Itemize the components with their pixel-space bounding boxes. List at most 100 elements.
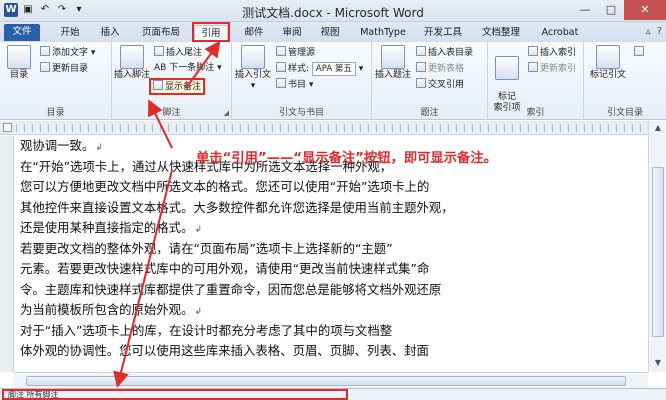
group-label-footnotes: 脚注 [162,108,181,118]
tab-acrobat[interactable]: Acrobat [536,25,584,41]
help-icon[interactable]: ? [657,26,662,37]
document-body[interactable]: 观协调一致。↲ 在“开始”选项卡上，通过从快速样式库中为所选文本选择一种外观， … [20,136,620,362]
group-label-captions: 题注 [420,108,439,118]
vertical-scroll-thumb[interactable] [652,167,664,337]
insert-toa-button[interactable] [634,46,646,59]
insert-table-of-figures-button[interactable]: 插入表目录 [416,46,473,59]
style-icon [276,62,286,72]
text-line: 对于“插入”选项卡上的库，在设计时都充分考虑了其中的项与文档整 [20,322,393,338]
tab-review[interactable]: 审阅 [278,25,306,41]
vertical-scrollbar[interactable]: ▲ ▼ [648,121,666,372]
manage-sources-button[interactable]: 管理源 [276,46,315,59]
cross-reference-icon [416,78,426,88]
horizontal-scroll-thumb[interactable] [26,376,626,386]
tab-doc-organize[interactable]: 文档整理 [476,25,526,41]
tab-page-layout[interactable]: 页面布局 [136,25,186,41]
text-line: 您可以方便地更改文档中所选文本的格式。您还可以使用“开始”选项卡上的 [20,179,430,194]
toc-icon [7,45,31,69]
group-label-toa: 引文目录 [606,108,643,118]
text-line: 元素。若要更改快速样式库中的可用外观，请使用“更改当前快速样式集”命 [20,261,430,276]
notes-pane-highlight [2,389,348,400]
mark-citation-icon [596,45,620,69]
group-label-toc: 目录 [46,108,65,118]
tab-mailings[interactable]: 邮件 [240,25,268,41]
horizontal-scrollbar[interactable] [14,372,648,388]
bibliography-button[interactable]: 书目 ▾ [276,78,313,91]
scroll-up-icon[interactable]: ▲ [652,123,664,135]
group-toc: 目录 添加文字 ▾ 更新目录 目录 [0,42,112,120]
paragraph-mark-icon: ↲ [194,307,203,317]
insert-footnote-button[interactable]: 插入脚注 [114,45,150,81]
table-of-figures-icon [416,46,426,56]
tab-mathtype[interactable]: MathType [356,25,410,41]
insert-index-button[interactable]: 插入索引 [528,46,576,59]
update-index-icon [528,62,538,72]
mark-entry-button[interactable]: 标记 索引项 [490,45,524,114]
minimize-button[interactable]: — [572,0,598,20]
paragraph-mark-icon: ↲ [95,143,103,153]
instruction-annotation: 单击“引用”——“显示备注”按钮，即可显示备注。 [196,151,497,166]
show-notes-icon [153,80,163,90]
text-line: 为当前模板所包含的原始外观。↲ [20,302,203,317]
text-line: 若要更改文档的整体外观，请在“页面布局”选项卡上选择新的“主题” [20,240,393,256]
citation-style-value[interactable]: APA 第五 [311,62,356,76]
group-toa: 标记引文 引文目录 [584,42,666,120]
vertical-ruler [0,136,14,372]
mark-citation-button[interactable]: 标记引文 [586,45,630,81]
insert-caption-button[interactable]: 插入题注 [374,45,412,81]
ribbon-tab-bar: 文件 开始 插入 页面布局 引用 邮件 审阅 视图 MathType 开发工具 … [0,22,666,42]
insert-citation-button[interactable]: 插入引文 ▾ [234,45,272,92]
tab-view[interactable]: 视图 [316,25,344,41]
group-label-citations: 引文与书目 [278,108,324,118]
close-button[interactable]: ✕ [624,0,666,20]
group-footnotes: 插入脚注 插入尾注 AB 下一条脚注 ▾ 显示备注 脚注 ◢ [112,42,232,120]
citation-style-select[interactable]: 样式: APA 第五 ▾ [276,62,363,76]
endnote-icon [154,46,164,56]
ruler-ticks [16,124,646,132]
citation-icon [241,45,265,69]
scroll-down-icon[interactable]: ▼ [652,358,664,370]
insert-endnote-button[interactable]: 插入尾注 [154,46,202,59]
ribbon-options: ▵ ? [646,26,662,37]
next-footnote-button[interactable]: AB 下一条脚注 ▾ [154,62,222,74]
maximize-button[interactable]: □ [598,0,624,20]
update-toc-icon [40,62,50,72]
tab-selector-icon[interactable] [3,123,12,132]
toc-button[interactable]: 目录 [4,45,34,81]
group-citations: 插入引文 ▾ 管理源 样式: APA 第五 ▾ 书目 ▾ 引文与书目 [232,42,372,120]
add-text-button[interactable]: 添加文字 ▾ [40,46,95,59]
title-bar: W ▣ ↶ ↷ ▾ 测试文档.docx - Microsoft Word — □… [0,0,666,22]
insert-index-icon [528,46,538,56]
group-index: 标记 索引项 插入索引 更新索引 索引 [488,42,584,120]
tab-file[interactable]: 文件 [4,24,40,41]
document-page[interactable]: 观协调一致。↲ 在“开始”选项卡上，通过从快速样式库中为所选文本选择一种外观， … [20,136,620,372]
footnote-icon [120,45,144,69]
cross-reference-button[interactable]: 交叉引用 [416,78,464,91]
group-label-index: 索引 [526,108,545,118]
show-notes-button[interactable]: 显示备注 [149,78,206,95]
tab-home[interactable]: 开始 [56,25,84,41]
group-captions: 插入题注 插入表目录 更新表格 交叉引用 题注 [372,42,488,120]
text-line: 令。主题库和快速样式库都提供了重置命令，因而您总是能够将文档外观还原 [20,281,442,297]
update-index-button[interactable]: 更新索引 [528,62,576,75]
paragraph-mark-icon: ↲ [194,225,203,235]
tab-insert[interactable]: 插入 [96,25,124,41]
mark-entry-icon [495,56,519,80]
dialog-launcher-icon[interactable]: ◢ [224,109,229,117]
caption-icon [381,45,405,69]
update-table-button[interactable]: 更新表格 [416,62,464,75]
manage-sources-icon [276,46,286,56]
update-table-icon [416,62,426,72]
text-line: 还是使用某种直接指定的格式。↲ [20,220,203,235]
add-text-icon [40,46,50,56]
minimize-ribbon-icon[interactable]: ▵ [646,26,651,37]
text-line: 体外观的协调性。您可以使用这些库来插入表格、页眉、页脚、列表、封面 [20,343,429,358]
window-title: 测试文档.docx - Microsoft Word [242,6,424,20]
document-area[interactable]: 观协调一致。↲ 在“开始”选项卡上，通过从快速样式库中为所选文本选择一种外观， … [14,136,648,372]
references-tab-highlight [192,22,230,42]
horizontal-ruler[interactable] [0,121,666,135]
tab-developer[interactable]: 开发工具 [418,25,468,41]
update-toc-button[interactable]: 更新目录 [40,62,88,75]
window-controls: — □ ✕ [572,0,666,20]
ribbon: 目录 添加文字 ▾ 更新目录 目录 插入脚注 插入尾注 AB 下一条脚注 ▾ 显… [0,42,666,120]
